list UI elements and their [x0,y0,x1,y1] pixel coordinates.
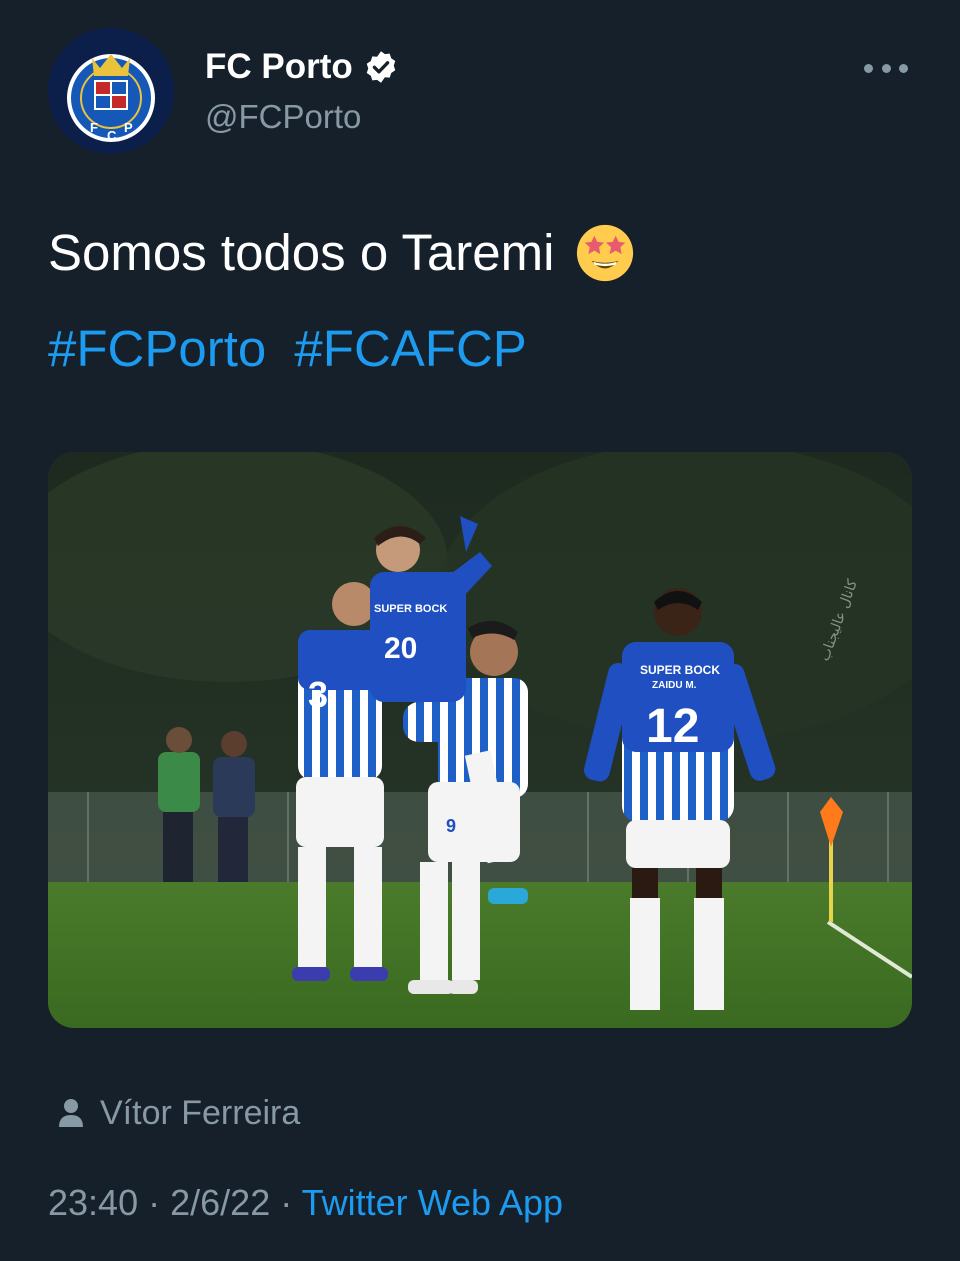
avatar-letter-c: C [107,128,117,143]
svg-text:ZAIDU M.: ZAIDU M. [652,680,697,691]
hashtag-link[interactable]: #FCAFCP [294,320,526,377]
photo-credit-name[interactable]: Vítor Ferreira [100,1092,300,1134]
photo-credit: Vítor Ferreira [58,1092,300,1134]
svg-text:3: 3 [308,674,328,715]
hashtag-link[interactable]: #FCPorto [48,320,266,377]
more-dot-icon [864,63,873,73]
more-options-button[interactable] [864,56,908,80]
display-name-row: FC Porto [205,47,399,87]
tweet: F C P FC Porto @FCPorto Somos todos o Ta… [0,0,960,1261]
avatar[interactable]: F C P [48,28,174,154]
svg-text:20: 20 [384,632,417,665]
tweet-photo[interactable]: 3 9 20 SUPER BOCK SUPER BOCK ZAIDU M. 12… [48,452,912,1028]
svg-text:SUPER BOCK: SUPER BOCK [640,663,720,677]
tweet-text: Somos todos o Taremi [48,222,636,284]
svg-text:SUPER BOCK: SUPER BOCK [374,603,447,615]
more-dot-icon [899,63,908,73]
svg-text:12: 12 [646,700,699,753]
svg-text:9: 9 [446,816,456,836]
meta-separator: · [148,1182,161,1223]
more-dot-icon [881,63,891,73]
avatar-letter-f: F [90,120,98,135]
tweet-source-link[interactable]: Twitter Web App [302,1182,563,1223]
star-struck-emoji-icon [577,224,634,282]
tweet-text-content: Somos todos o Taremi [48,224,555,281]
display-name[interactable]: FC Porto [205,47,353,87]
hashtags: #FCPorto #FCAFCP [48,318,541,380]
tweet-time[interactable]: 23:40 [48,1182,138,1223]
person-icon [59,1099,83,1127]
verified-badge-icon [366,51,396,83]
meta-separator: · [280,1182,293,1223]
tweet-meta: 23:40 · 2/6/22 · Twitter Web App [48,1180,563,1226]
football-celebration-photo: 3 9 20 SUPER BOCK SUPER BOCK ZAIDU M. 12… [48,452,912,1028]
fc-porto-crest-icon: F C P [48,28,174,154]
avatar-letter-p: P [124,120,133,135]
account-names: FC Porto @FCPorto [205,47,399,137]
handle[interactable]: @FCPorto [205,97,399,137]
tweet-date[interactable]: 2/6/22 [170,1182,270,1223]
